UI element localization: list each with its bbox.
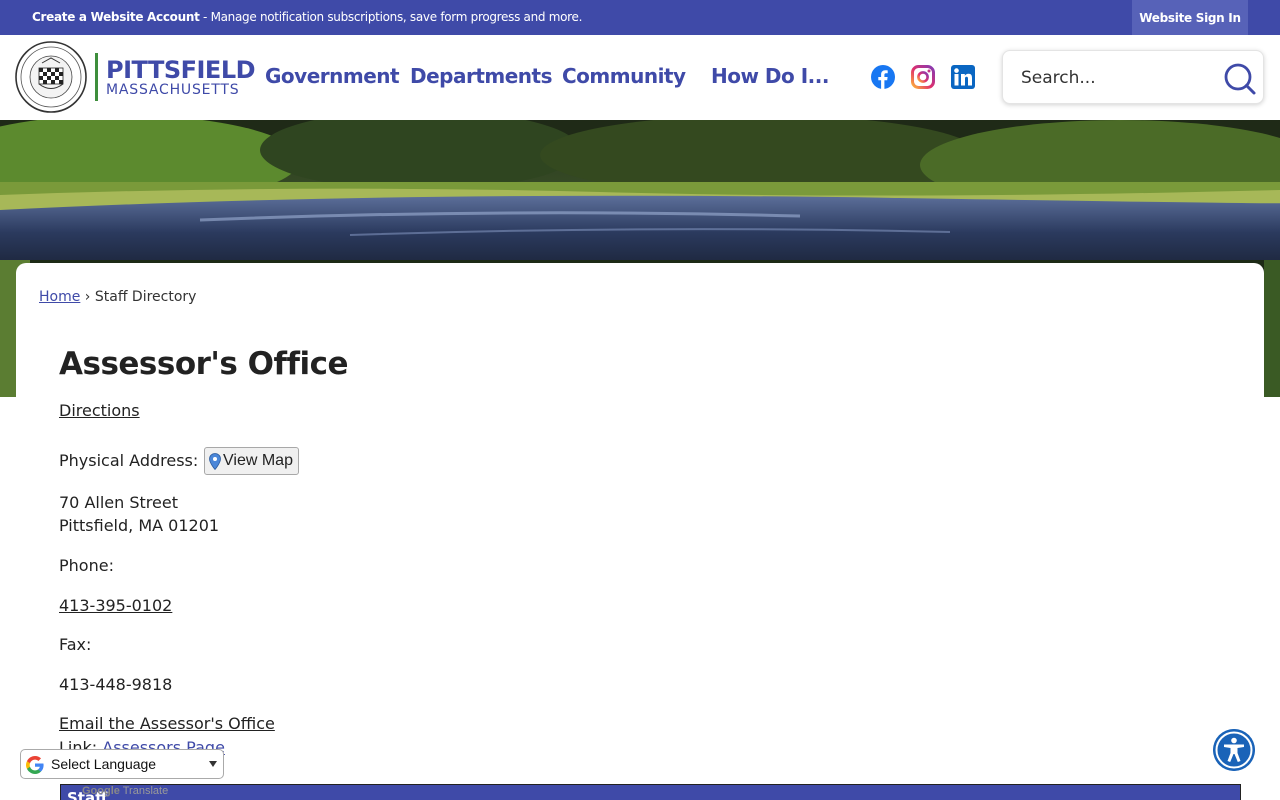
- nav-government[interactable]: Government: [265, 64, 400, 88]
- linkedin-icon[interactable]: [951, 65, 975, 89]
- language-select[interactable]: Select Language: [20, 749, 224, 779]
- breadcrumb: Home › Staff Directory: [39, 289, 196, 305]
- email-office-link[interactable]: Email the Assessor's Office: [59, 714, 275, 733]
- breadcrumb-separator: ›: [84, 289, 91, 305]
- directions-link[interactable]: Directions: [59, 401, 140, 420]
- website-sign-in-button[interactable]: Website Sign In: [1132, 0, 1248, 35]
- account-promo-text: - Manage notification subscriptions, sav…: [199, 10, 583, 24]
- view-map-button[interactable]: View Map: [204, 447, 299, 475]
- site-header: PITTSFIELD MASSACHUSETTS Government Depa…: [0, 35, 1280, 120]
- page-title: Assessor's Office: [59, 346, 349, 382]
- logo-divider: [95, 53, 98, 101]
- fax-value: 413-448-9818: [59, 675, 173, 694]
- search-box: [1002, 50, 1264, 104]
- language-select-value: Select Language: [51, 756, 157, 772]
- logo-state-name[interactable]: MASSACHUSETTS: [106, 82, 239, 98]
- nav-how-do-i[interactable]: How Do I...: [711, 64, 829, 88]
- chevron-down-icon: [209, 761, 217, 767]
- facebook-icon[interactable]: [871, 65, 895, 89]
- translate-word: Translate: [122, 785, 169, 797]
- account-promo[interactable]: Create a Website Account - Manage notifi…: [32, 10, 582, 24]
- search-icon[interactable]: [1221, 61, 1257, 97]
- map-pin-icon: [209, 453, 221, 470]
- view-map-label: View Map: [223, 452, 293, 469]
- phone-label: Phone:: [59, 556, 114, 575]
- breadcrumb-home[interactable]: Home: [39, 289, 80, 305]
- fax-label: Fax:: [59, 635, 92, 654]
- staff-section-header: Staff: [60, 784, 1241, 800]
- logo-city-name[interactable]: PITTSFIELD: [106, 56, 256, 84]
- powered-by-google-translate[interactable]: Google Translate: [82, 785, 168, 797]
- physical-address-label: Physical Address:: [59, 451, 199, 470]
- create-account-link[interactable]: Create a Website Account: [32, 10, 200, 24]
- search-input[interactable]: [1021, 63, 1211, 93]
- address-line-1: 70 Allen Street: [59, 493, 178, 512]
- google-g-icon: [26, 756, 44, 774]
- nav-community[interactable]: Community: [562, 64, 686, 88]
- breadcrumb-current: Staff Directory: [94, 289, 197, 305]
- phone-link[interactable]: 413-395-0102: [59, 596, 172, 615]
- address-line-2: Pittsfield, MA 01201: [59, 516, 220, 535]
- instagram-icon[interactable]: [911, 65, 935, 89]
- nav-departments[interactable]: Departments: [410, 64, 553, 88]
- google-wordmark: Google: [82, 785, 120, 797]
- accessibility-icon[interactable]: [1213, 729, 1255, 771]
- city-seal-logo[interactable]: [15, 41, 87, 113]
- top-notification-bar: Create a Website Account - Manage notifi…: [0, 0, 1280, 35]
